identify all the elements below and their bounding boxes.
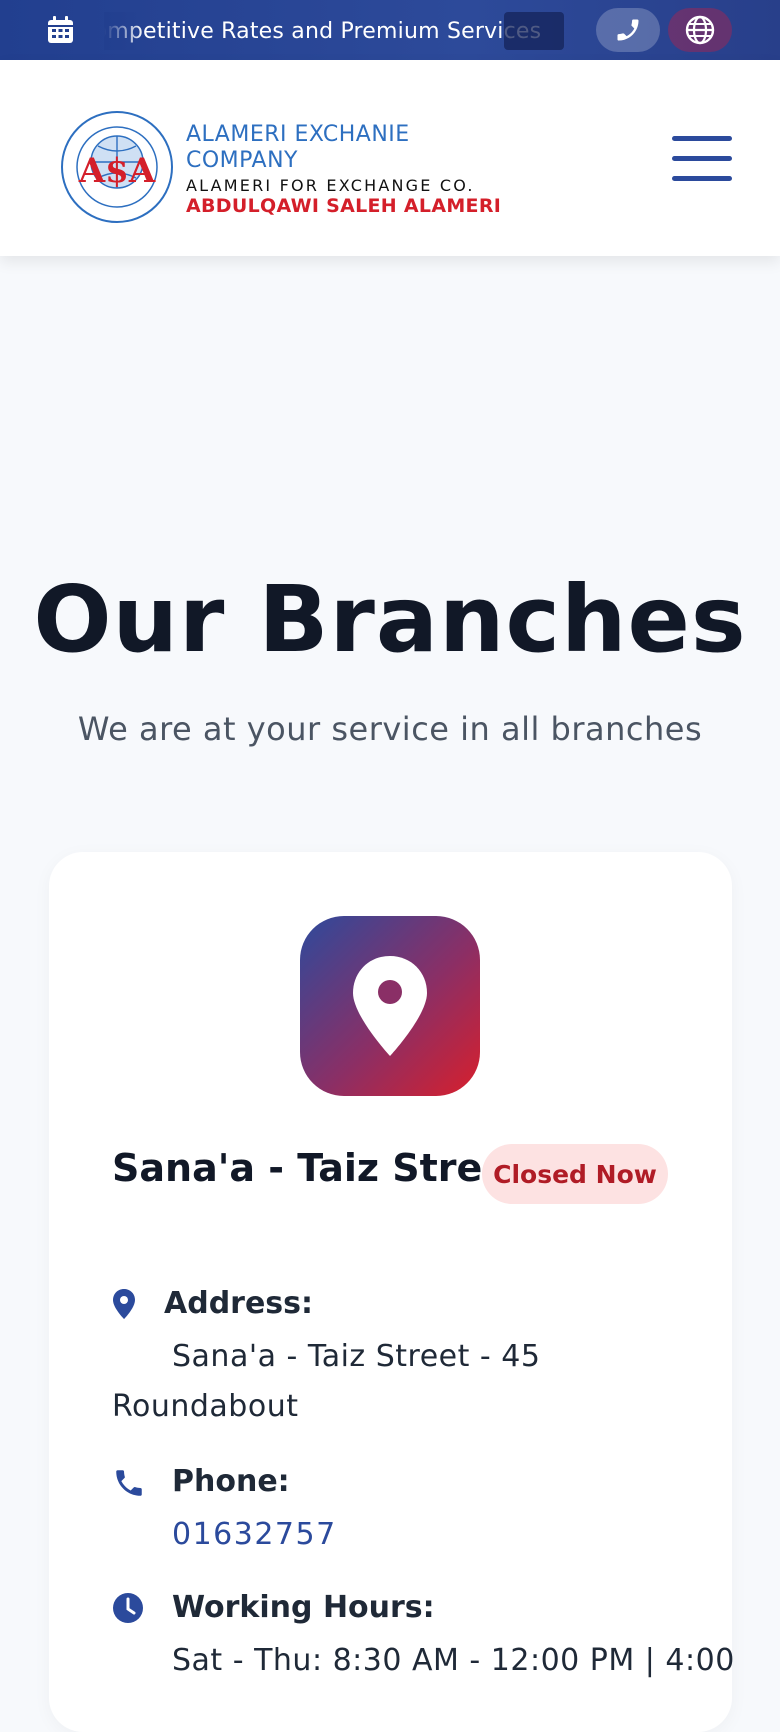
page-subtitle: We are at your service in all branches [77, 710, 703, 748]
branch-location-tile [300, 916, 480, 1096]
map-pin-icon [353, 956, 427, 1056]
ticker-overlay [504, 12, 564, 50]
hours-value: Sat - Thu: 8:30 AM - 12:00 PM | 4:00 [172, 1643, 735, 1678]
globe-icon [685, 15, 715, 45]
clock-icon [113, 1593, 143, 1623]
call-button[interactable] [596, 8, 660, 52]
phone-icon [617, 19, 639, 41]
brand-owner: ABDULQAWI SALEH ALAMERI [186, 195, 502, 217]
language-button[interactable] [668, 8, 732, 52]
company-logo[interactable]: A$A [58, 110, 176, 224]
phone-link[interactable]: 01632757 [172, 1510, 337, 1560]
ticker-fade [104, 12, 144, 50]
branch-name: Sana'a - Taiz Street [112, 1146, 527, 1190]
top-bar: Competitive Rates and Premium Services [0, 0, 780, 60]
menu-line [672, 136, 732, 141]
phone-label: Phone: [172, 1464, 290, 1499]
logo-letters: A$A [78, 151, 156, 191]
hours-label: Working Hours: [172, 1590, 435, 1625]
brand-block: ALAMERI EXCHANIE COMPANY ALAMERI FOR EXC… [186, 122, 501, 217]
menu-line [672, 156, 732, 161]
brand-name-line-1: ALAMERI EXCHANIE [186, 122, 410, 147]
ticker-text: Competitive Rates and Premium Services [104, 18, 542, 44]
phone-icon [116, 1470, 142, 1496]
calendar-icon [48, 16, 73, 43]
hamburger-icon[interactable] [672, 136, 732, 188]
brand-subtitle: ALAMERI FOR EXCHANGE CO. [186, 176, 475, 195]
announcement-ticker: Competitive Rates and Premium Services [104, 12, 564, 50]
address-label: Address: [164, 1286, 314, 1321]
address-value: Sana'a - Taiz Street - 45 Roundabout [112, 1339, 541, 1424]
site-header: A$A ALAMERI EXCHANIE COMPANY ALAMERI FOR… [0, 60, 780, 256]
status-badge: Closed Now [482, 1144, 668, 1204]
menu-line [672, 176, 732, 181]
page-title: Our Branches [33, 566, 747, 673]
brand-name-line-2: COMPANY [186, 148, 298, 173]
location-icon [113, 1289, 135, 1319]
